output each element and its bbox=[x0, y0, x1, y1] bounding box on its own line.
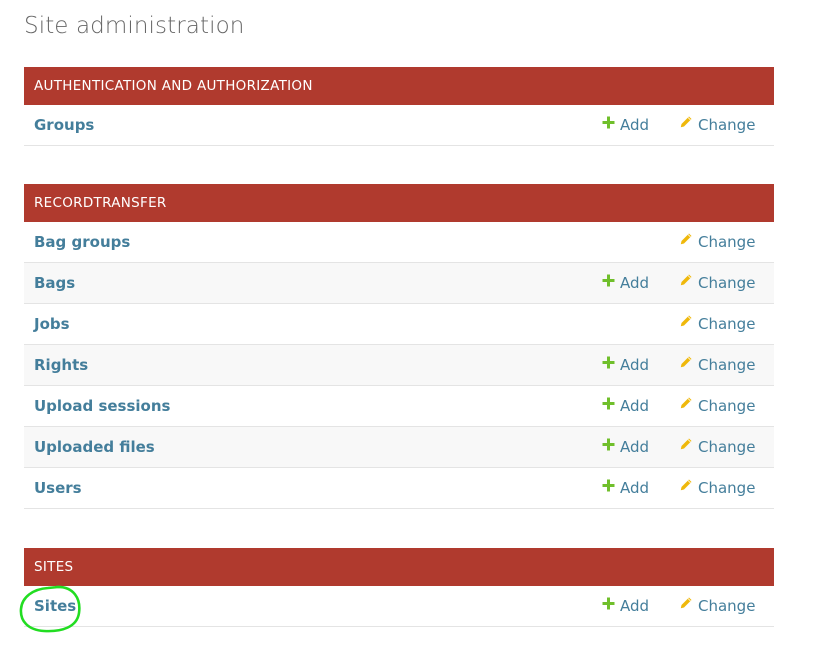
pencil-icon bbox=[679, 344, 693, 384]
model-link-bag-groups[interactable]: Bag groups bbox=[34, 222, 130, 262]
change-link-users[interactable]: Change bbox=[679, 468, 755, 509]
model-row-sites: Sites Add Change bbox=[24, 586, 774, 627]
page-title: Site administration bbox=[24, 13, 245, 39]
pencil-icon bbox=[679, 262, 693, 302]
add-link-bags[interactable]: Add bbox=[602, 263, 649, 304]
model-row-users: Users Add Change bbox=[24, 468, 774, 509]
plus-icon bbox=[602, 344, 615, 384]
add-label: Add bbox=[620, 438, 650, 456]
module-header: AUTHENTICATION AND AUTHORIZATION bbox=[24, 67, 774, 105]
change-label: Change bbox=[698, 397, 756, 415]
add-label: Add bbox=[620, 116, 650, 134]
model-link-bags[interactable]: Bags bbox=[34, 263, 75, 303]
model-row-jobs: Jobs Change bbox=[24, 304, 774, 345]
change-label: Change bbox=[698, 438, 756, 456]
change-link-jobs[interactable]: Change bbox=[679, 304, 755, 345]
module-authentication-and-authorization: AUTHENTICATION AND AUTHORIZATION Groups A… bbox=[24, 67, 774, 146]
pencil-icon bbox=[679, 467, 693, 507]
change-link-uploaded-files[interactable]: Change bbox=[679, 427, 755, 468]
model-link-sites[interactable]: Sites bbox=[34, 586, 76, 626]
model-link-users[interactable]: Users bbox=[34, 468, 82, 508]
model-row-bag-groups: Bag groups Change bbox=[24, 222, 774, 263]
model-row-rights: Rights Add Change bbox=[24, 345, 774, 386]
plus-icon bbox=[602, 585, 615, 625]
change-link-rights[interactable]: Change bbox=[679, 345, 755, 386]
model-link-groups[interactable]: Groups bbox=[34, 105, 94, 145]
model-row-bags: Bags Add Change bbox=[24, 263, 774, 304]
add-link-users[interactable]: Add bbox=[602, 468, 649, 509]
change-label: Change bbox=[698, 274, 756, 292]
add-link-uploaded-files[interactable]: Add bbox=[602, 427, 649, 468]
plus-icon bbox=[602, 467, 615, 507]
model-row-uploaded-files: Uploaded files Add Change bbox=[24, 427, 774, 468]
add-label: Add bbox=[620, 597, 650, 615]
model-link-rights[interactable]: Rights bbox=[34, 345, 88, 385]
module-header: RECORDTRANSFER bbox=[24, 184, 774, 222]
add-link-upload-sessions[interactable]: Add bbox=[602, 386, 649, 427]
plus-icon bbox=[602, 385, 615, 425]
plus-icon bbox=[602, 104, 615, 144]
model-link-upload-sessions[interactable]: Upload sessions bbox=[34, 386, 170, 426]
plus-icon bbox=[602, 262, 615, 302]
pencil-icon bbox=[679, 221, 693, 261]
add-label: Add bbox=[620, 274, 650, 292]
pencil-icon bbox=[679, 585, 693, 625]
add-link-sites[interactable]: Add bbox=[602, 586, 649, 627]
change-link-bags[interactable]: Change bbox=[679, 263, 755, 304]
change-link-upload-sessions[interactable]: Change bbox=[679, 386, 755, 427]
pencil-icon bbox=[679, 426, 693, 466]
model-row-upload-sessions: Upload sessions Add Change bbox=[24, 386, 774, 427]
pencil-icon bbox=[679, 104, 693, 144]
change-label: Change bbox=[698, 233, 756, 251]
change-label: Change bbox=[698, 597, 756, 615]
change-label: Change bbox=[698, 356, 756, 374]
add-label: Add bbox=[620, 356, 650, 374]
change-link-bag-groups[interactable]: Change bbox=[679, 222, 755, 263]
model-row-groups: Groups Add Change bbox=[24, 105, 774, 146]
module-header: SITES bbox=[24, 548, 774, 586]
pencil-icon bbox=[679, 385, 693, 425]
add-label: Add bbox=[620, 397, 650, 415]
add-link-rights[interactable]: Add bbox=[602, 345, 649, 386]
change-label: Change bbox=[698, 116, 756, 134]
plus-icon bbox=[602, 426, 615, 466]
model-link-jobs[interactable]: Jobs bbox=[34, 304, 70, 344]
model-link-uploaded-files[interactable]: Uploaded files bbox=[34, 427, 155, 467]
change-link-sites[interactable]: Change bbox=[679, 586, 755, 627]
add-link-groups[interactable]: Add bbox=[602, 105, 649, 146]
change-label: Change bbox=[698, 315, 756, 333]
change-label: Change bbox=[698, 479, 756, 497]
add-label: Add bbox=[620, 479, 650, 497]
pencil-icon bbox=[679, 303, 693, 343]
module-sites: SITES Sites Add Change bbox=[24, 548, 774, 627]
change-link-groups[interactable]: Change bbox=[679, 105, 755, 146]
admin-page: Site administration AUTHENTICATION AND A… bbox=[0, 0, 813, 656]
module-recordtransfer: RECORDTRANSFER Bag groups Change Bags Add Ch… bbox=[24, 184, 774, 509]
